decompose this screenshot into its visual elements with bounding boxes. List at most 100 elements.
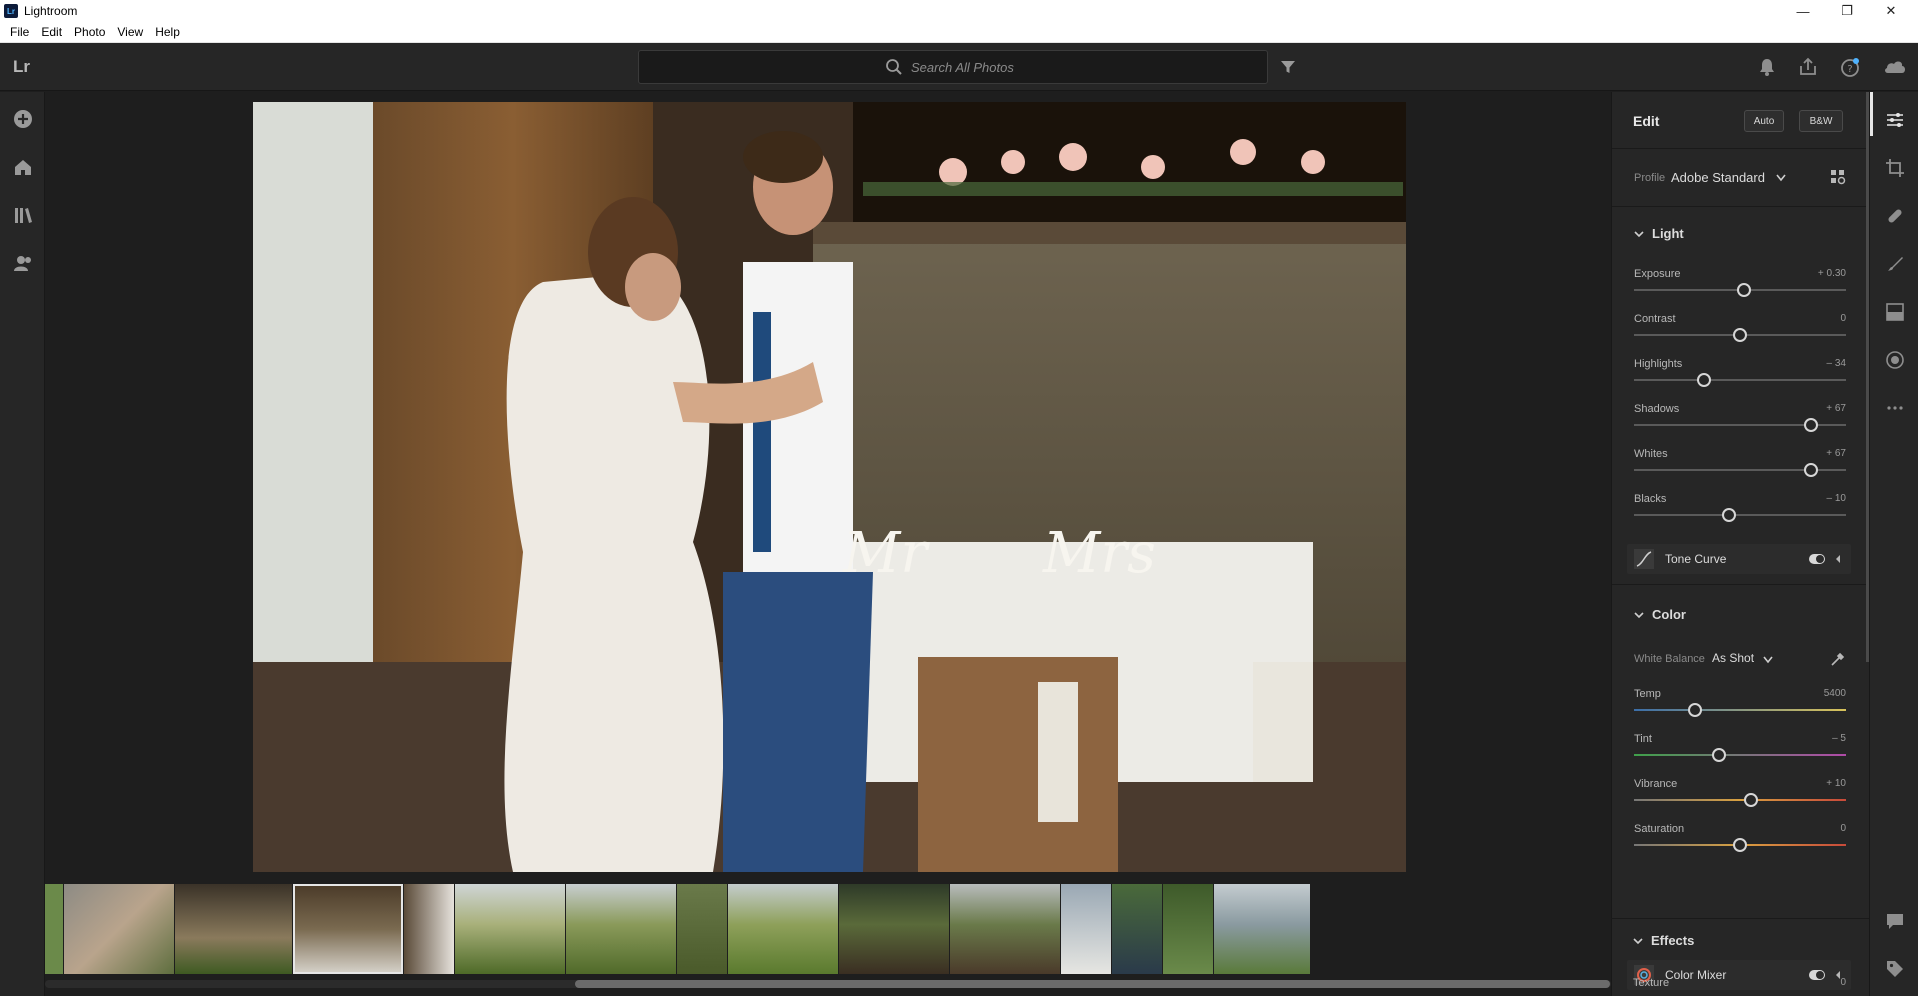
thumbnail[interactable] [566,884,676,974]
auto-button[interactable]: Auto [1744,110,1784,132]
slider-knob[interactable] [1711,748,1726,762]
brush-icon[interactable] [1884,253,1906,275]
crop-icon[interactable] [1884,157,1906,179]
thumbnail[interactable] [455,884,565,974]
menu-file[interactable]: File [4,22,35,43]
thumbnail[interactable] [839,884,949,974]
slider-contrast[interactable]: Contrast 0 [1634,313,1846,353]
menu-help[interactable]: Help [149,22,186,43]
slider-knob[interactable] [1737,283,1752,297]
slider-blacks[interactable]: Blacks – 10 [1634,493,1846,533]
slider-value: + 67 [1826,448,1846,459]
library-icon[interactable] [12,204,34,226]
divider [1611,918,1869,919]
slider-knob[interactable] [1688,703,1703,717]
cloud-sync-icon[interactable] [1882,56,1908,78]
slider-value: – 34 [1826,358,1846,369]
slider-highlights[interactable]: Highlights – 34 [1634,358,1846,398]
healing-brush-icon[interactable] [1884,205,1906,227]
thumbnail[interactable] [1061,884,1111,974]
profile-dropdown[interactable]: Adobe Standard [1671,170,1765,185]
thumbnail[interactable] [45,884,63,974]
search-input[interactable] [911,59,1021,75]
thumbnail[interactable] [1112,884,1162,974]
color-section-header[interactable]: Color [1634,607,1686,622]
slider-knob[interactable] [1804,418,1819,432]
chevron-down-icon[interactable] [1776,174,1786,182]
menu-view[interactable]: View [111,22,149,43]
notifications-bell-icon[interactable] [1756,56,1778,78]
menu-edit[interactable]: Edit [35,22,68,43]
add-photos-icon[interactable] [12,108,34,130]
tag-icon[interactable] [1884,958,1906,980]
slider-label: Exposure [1634,268,1681,280]
home-icon[interactable] [12,156,34,178]
light-section-header[interactable]: Light [1634,226,1684,241]
slider-shadows[interactable]: Shadows + 67 [1634,403,1846,443]
chevron-down-icon[interactable] [1763,656,1773,664]
effects-section-header[interactable]: Effects [1633,933,1694,948]
slider-saturation[interactable]: Saturation 0 [1634,823,1846,863]
slider-knob[interactable] [1733,328,1747,342]
slider-whites[interactable]: Whites + 67 [1634,448,1846,488]
slider-tint[interactable]: Tint – 5 [1634,733,1846,773]
effects-section-title: Effects [1651,933,1695,948]
photo-canvas[interactable]: Mr Mrs [45,92,1611,882]
tone-curve-toggle[interactable] [1809,554,1825,564]
linear-gradient-icon[interactable] [1884,301,1906,323]
slider-temp[interactable]: Temp 5400 [1634,688,1846,728]
thumbnail[interactable] [404,884,454,974]
slider-knob[interactable] [1804,463,1819,477]
color-mixer-toggle[interactable] [1809,970,1825,980]
slider-track[interactable] [1634,379,1846,381]
comments-icon[interactable] [1884,910,1906,932]
filter-icon[interactable] [1278,57,1298,77]
slider-knob[interactable] [1696,373,1711,387]
filmstrip [45,882,1611,996]
slider-vibrance[interactable]: Vibrance + 10 [1634,778,1846,818]
profile-label: Profile [1634,172,1666,184]
slider-label: Blacks [1634,493,1667,505]
window-titlebar: Lr Lightroom — ❐ ✕ [0,0,1918,22]
slider-value: 0 [1840,823,1846,834]
thumbnail[interactable] [728,884,838,974]
slider-track[interactable] [1634,754,1846,756]
edit-sliders-icon[interactable] [1884,109,1906,131]
bw-button[interactable]: B&W [1799,110,1843,132]
close-button[interactable]: ✕ [1869,0,1913,22]
edit-panel-title: Edit [1633,113,1660,129]
caret-left-icon[interactable] [1833,553,1843,565]
slider-track[interactable] [1634,709,1846,711]
menu-photo[interactable]: Photo [68,22,111,43]
radial-gradient-icon[interactable] [1884,349,1906,371]
slider-label: Whites [1634,448,1668,460]
people-icon[interactable] [12,252,34,274]
restore-button[interactable]: ❐ [1825,0,1869,22]
slider-knob[interactable] [1733,838,1747,852]
thumbnail[interactable] [1163,884,1213,974]
eyedropper-icon[interactable] [1829,650,1847,668]
slider-knob[interactable] [1743,793,1758,807]
more-icon[interactable] [1884,397,1906,419]
tone-curve-row[interactable]: Tone Curve [1627,544,1851,574]
share-icon[interactable] [1797,56,1819,78]
slider-exposure[interactable]: Exposure + 0.30 [1634,268,1846,308]
thumbnail[interactable] [677,884,727,974]
slider-track[interactable] [1634,799,1846,801]
white-balance-dropdown[interactable]: As Shot [1712,651,1754,665]
minimize-button[interactable]: — [1781,0,1825,22]
thumbnail[interactable] [1214,884,1310,974]
profile-browser-icon[interactable] [1830,169,1846,185]
divider [1612,148,1870,149]
thumbnail[interactable] [64,884,174,974]
filmstrip-scrollbar[interactable] [575,980,1610,988]
slider-knob[interactable] [1722,508,1737,522]
search-box[interactable] [638,50,1268,84]
thumbnail-selected[interactable] [293,884,403,974]
main-photo[interactable]: Mr Mrs [253,102,1406,872]
help-icon[interactable]: ? [1839,56,1861,78]
thumbnail[interactable] [950,884,1060,974]
thumbnail[interactable] [175,884,292,974]
texture-label: Texture [1633,977,1670,989]
slider-track[interactable] [1634,514,1846,516]
